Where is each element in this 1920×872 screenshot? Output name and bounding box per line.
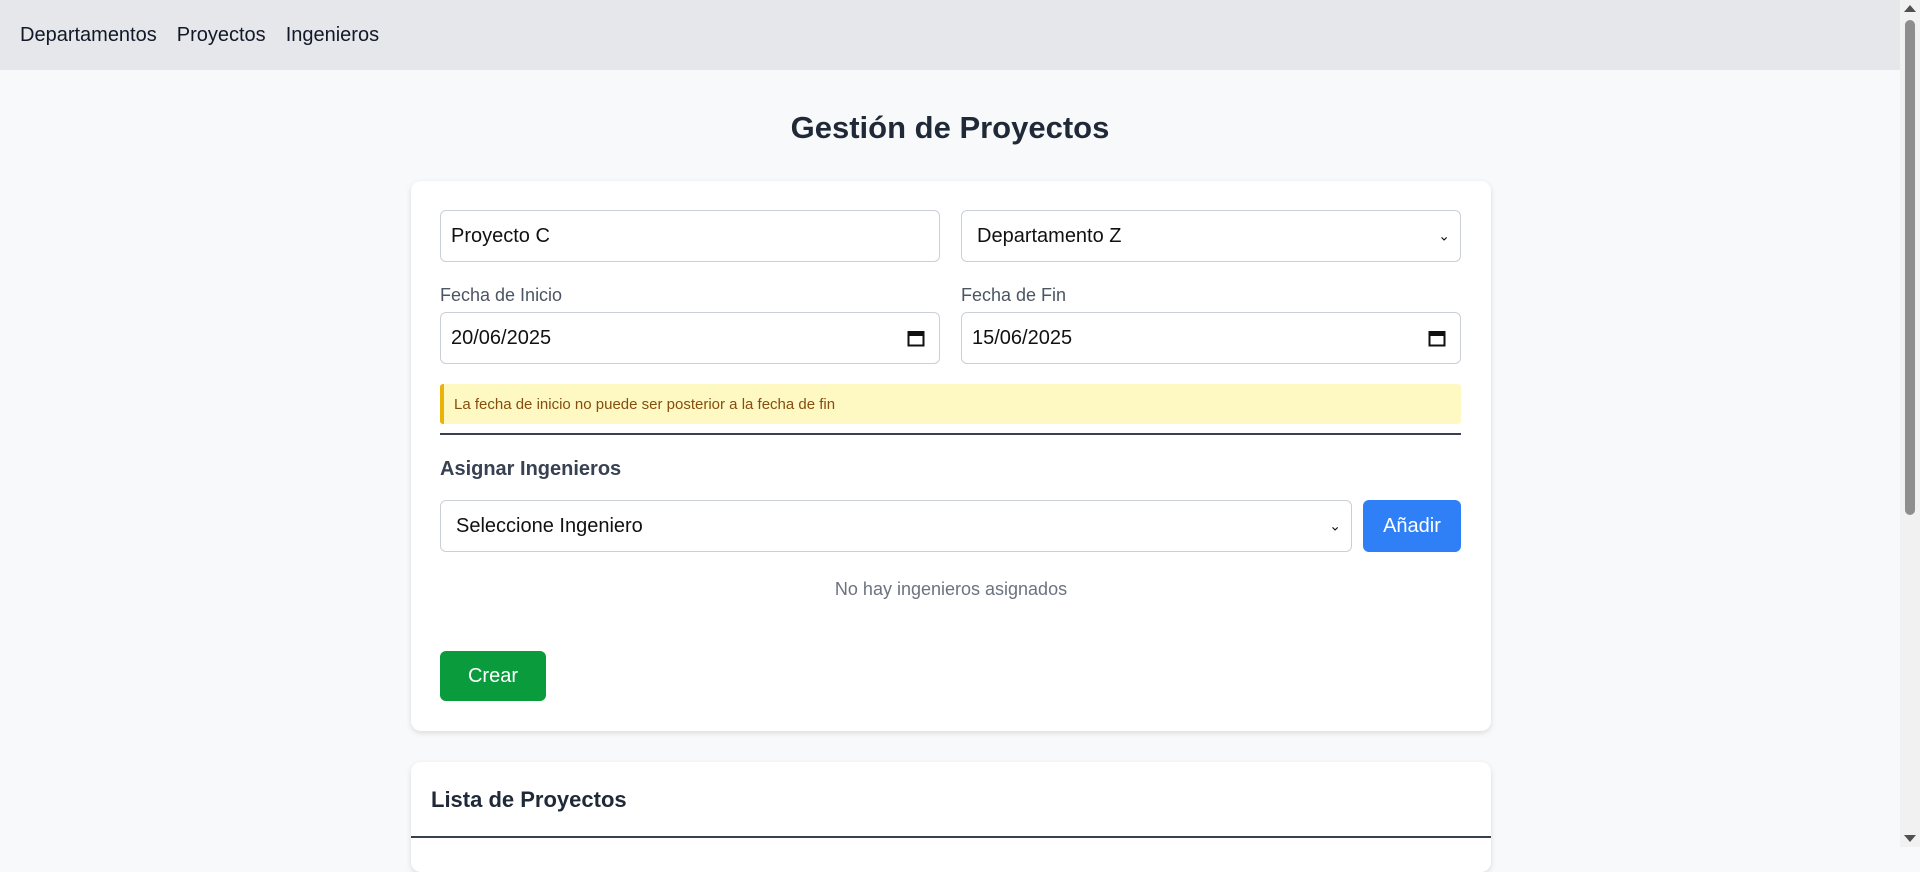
calendar-icon[interactable]: [907, 329, 925, 347]
nav-departamentos[interactable]: Departamentos: [20, 24, 157, 47]
chevron-down-icon: ⌄: [1438, 227, 1450, 244]
top-navigation: Departamentos Proyectos Ingenieros: [0, 0, 1900, 70]
project-list-title: Lista de Proyectos: [431, 787, 627, 812]
start-date-label: Fecha de Inicio: [440, 285, 563, 305]
department-select[interactable]: Departamento Z ⌄: [961, 210, 1461, 262]
scrollbar-thumb[interactable]: [1905, 20, 1915, 515]
project-list-card: Lista de Proyectos: [411, 762, 1491, 872]
end-date-input[interactable]: 15/06/2025: [961, 312, 1461, 364]
scroll-up-arrow-icon[interactable]: [1904, 5, 1916, 12]
divider: [411, 836, 1491, 838]
engineer-select[interactable]: Seleccione Ingeniero ⌄: [440, 500, 1352, 552]
assign-engineers-title: Asignar Ingenieros: [440, 458, 622, 480]
project-form-card: Proyecto C Departamento Z ⌄ Fecha de Ini…: [411, 181, 1491, 731]
nav-proyectos[interactable]: Proyectos: [177, 24, 266, 47]
nav-ingenieros[interactable]: Ingenieros: [286, 24, 379, 47]
calendar-icon[interactable]: [1428, 329, 1446, 347]
date-warning-message: La fecha de inicio no puede ser posterio…: [440, 384, 1461, 424]
project-name-value: Proyecto C: [451, 224, 550, 247]
department-select-value: Departamento Z: [977, 224, 1122, 247]
vertical-scrollbar[interactable]: [1900, 0, 1920, 847]
scroll-down-arrow-icon[interactable]: [1904, 835, 1916, 842]
create-button[interactable]: Crear: [440, 651, 546, 701]
end-date-label: Fecha de Fin: [961, 285, 1067, 305]
divider: [440, 433, 1461, 435]
add-engineer-button[interactable]: Añadir: [1363, 500, 1461, 552]
chevron-down-icon: ⌄: [1329, 517, 1341, 534]
start-date-value: 20/06/2025: [451, 326, 552, 349]
project-name-input[interactable]: Proyecto C: [440, 210, 940, 262]
start-date-input[interactable]: 20/06/2025: [440, 312, 940, 364]
page-title: Gestión de Proyectos: [790, 110, 1110, 145]
end-date-value: 15/06/2025: [972, 326, 1073, 349]
no-engineers-message: No hay ingenieros asignados: [834, 579, 1068, 599]
engineer-select-value: Seleccione Ingeniero: [456, 514, 643, 537]
